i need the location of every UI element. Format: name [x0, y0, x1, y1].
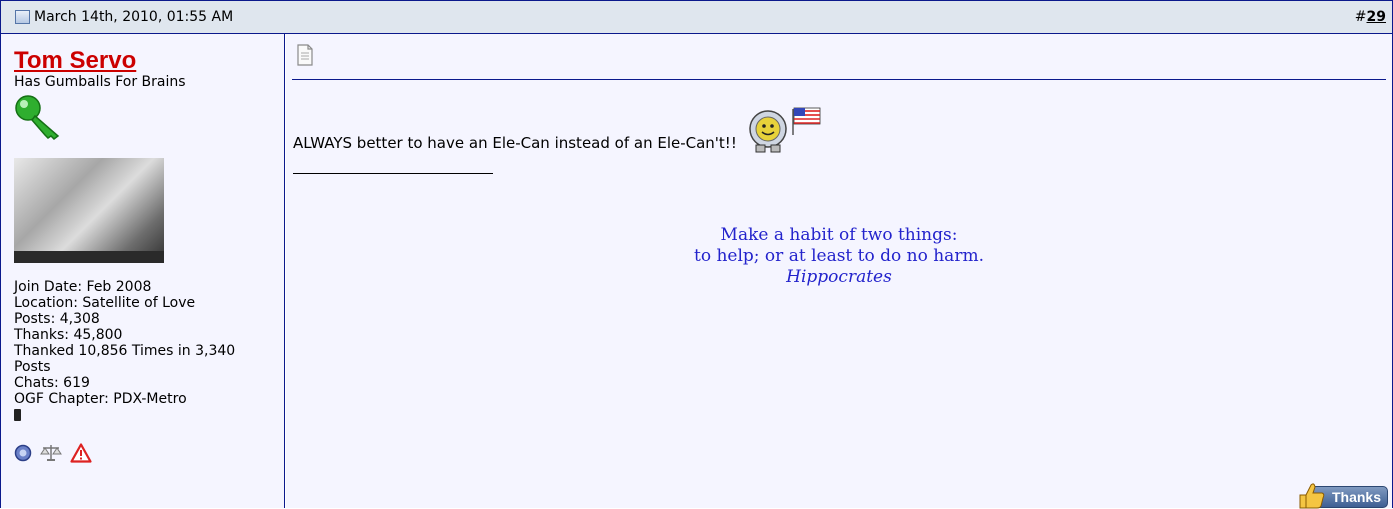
status-icons — [14, 443, 276, 463]
astronaut-flag-smiley-icon — [749, 107, 821, 153]
thumbs-up-icon — [1299, 483, 1325, 509]
forum-post: March 14th, 2010, 01:55 AM #29 Tom Servo… — [0, 0, 1393, 509]
post-header: March 14th, 2010, 01:55 AM #29 — [1, 0, 1392, 34]
thanks-label: Thanks — [1331, 489, 1381, 505]
quote-line-1: Make a habit of two things: — [720, 225, 958, 245]
post-icon — [15, 10, 30, 24]
user-stats: Join Date: Feb 2008 Location: Satellite … — [14, 279, 276, 425]
message-text: ALWAYS better to have an Ele-Can instead… — [293, 134, 737, 152]
post-number: #29 — [1354, 9, 1386, 25]
post-number-link[interactable]: 29 — [1367, 9, 1386, 25]
thanks-count: Thanks: 45,800 — [14, 327, 123, 343]
user-title: Has Gumballs For Brains — [14, 74, 186, 90]
post-content: ALWAYS better to have an Ele-Can instead… — [286, 34, 1392, 509]
thanks-button[interactable]: Thanks — [1288, 483, 1388, 509]
join-date: Join Date: Feb 2008 — [14, 279, 152, 295]
post-message: ALWAYS better to have an Ele-Can instead… — [293, 105, 1386, 153]
quote-author: Hippocrates — [786, 267, 892, 287]
online-status-icon[interactable] — [14, 444, 32, 462]
post-date: March 14th, 2010, 01:55 AM — [34, 9, 234, 25]
report-post-icon[interactable] — [70, 443, 92, 463]
posts-count: Posts: 4,308 — [14, 311, 100, 327]
signature-quote: Make a habit of two things: to help; or … — [292, 225, 1386, 288]
chapter: OGF Chapter: PDX-Metro — [14, 391, 187, 407]
key-icon — [15, 95, 60, 140]
avatar[interactable] — [14, 158, 164, 263]
signature-separator — [293, 173, 493, 174]
username-link[interactable]: Tom Servo — [14, 48, 136, 74]
thanked-count: Thanked 10,856 Times in 3,340 Posts — [14, 343, 236, 375]
chats-count: Chats: 619 — [14, 375, 90, 391]
reputation-scales-icon[interactable] — [40, 443, 62, 463]
phone-icon — [14, 409, 21, 421]
user-info-panel: Tom Servo Has Gumballs For Brains Join D… — [1, 34, 285, 508]
location: Location: Satellite of Love — [14, 295, 196, 311]
quote-line-2: to help; or at least to do no harm. — [694, 246, 984, 266]
document-icon — [297, 44, 313, 66]
